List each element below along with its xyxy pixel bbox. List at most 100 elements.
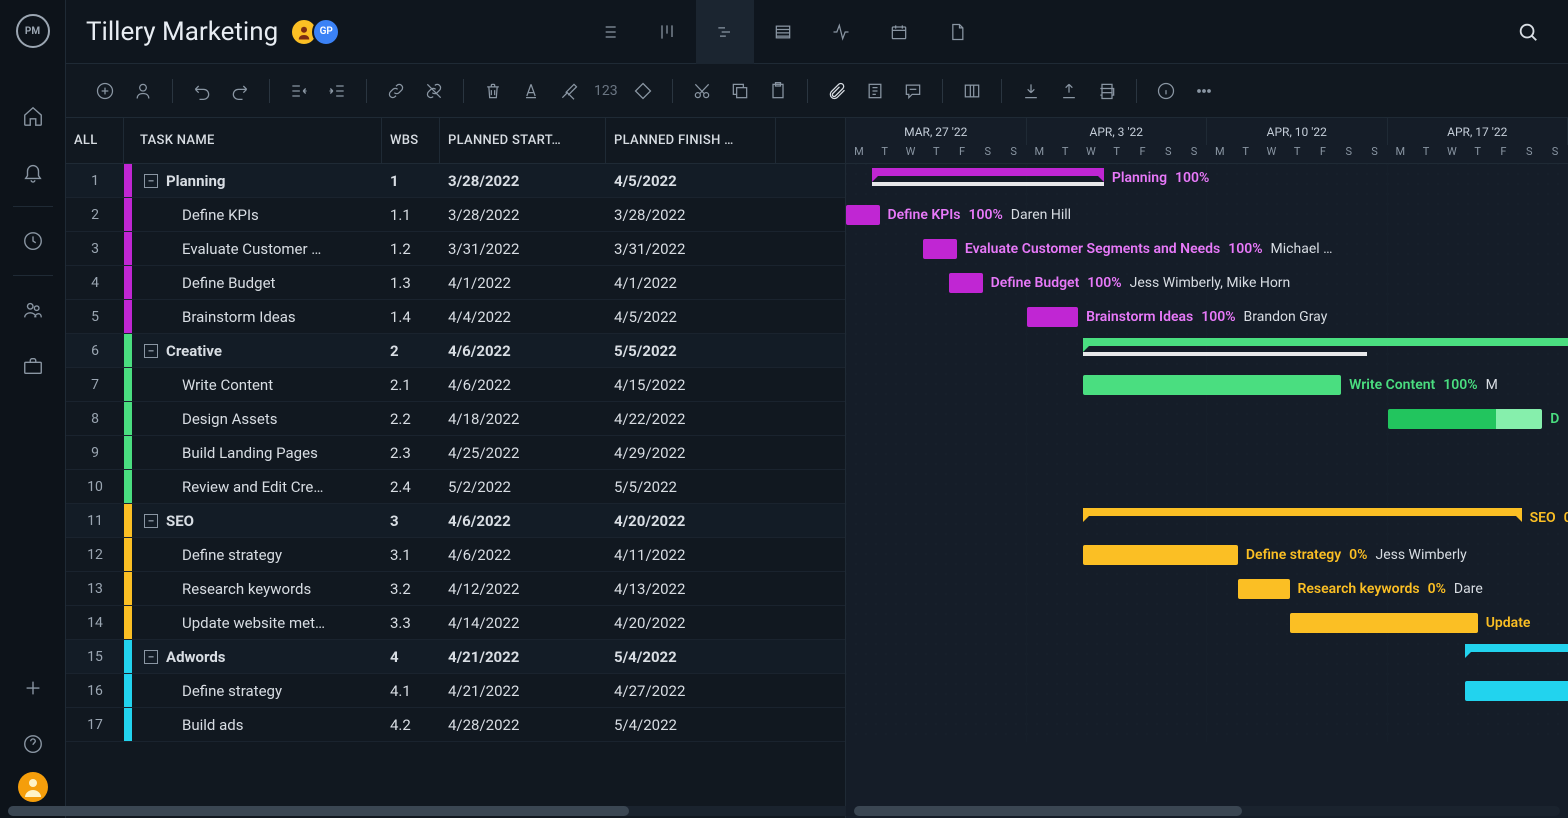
- number-label[interactable]: 123: [590, 74, 622, 108]
- gantt-task-bar[interactable]: D: [1388, 409, 1543, 429]
- delete-icon[interactable]: [476, 74, 510, 108]
- table-row[interactable]: 4Define Budget1.34/1/20224/1/2022: [66, 266, 845, 300]
- task-name-cell[interactable]: Build ads: [140, 716, 382, 734]
- view-activity-icon[interactable]: [812, 0, 870, 64]
- help-icon[interactable]: [0, 716, 66, 772]
- attach-icon[interactable]: [820, 74, 854, 108]
- task-name-cell[interactable]: −Planning: [140, 172, 382, 190]
- table-row[interactable]: 17Build ads4.24/28/20225/4/2022: [66, 708, 845, 742]
- member-avatar-2[interactable]: GP: [312, 18, 340, 46]
- project-members[interactable]: GP: [296, 18, 340, 46]
- table-row[interactable]: 1−Planning13/28/20224/5/2022: [66, 164, 845, 198]
- indent-icon[interactable]: [320, 74, 354, 108]
- table-row[interactable]: 7Write Content2.14/6/20224/15/2022: [66, 368, 845, 402]
- info-icon[interactable]: [1149, 74, 1183, 108]
- task-name-cell[interactable]: −Adwords: [140, 648, 382, 666]
- task-name-cell[interactable]: −SEO: [140, 512, 382, 530]
- table-row[interactable]: 8Design Assets2.24/18/20224/22/2022: [66, 402, 845, 436]
- col-finish[interactable]: PLANNED FINISH …: [606, 118, 776, 163]
- gantt-task-bar[interactable]: Research keywords0%Dare: [1238, 579, 1290, 599]
- gantt-summary-bar[interactable]: [1083, 338, 1568, 346]
- users-icon[interactable]: [0, 282, 66, 338]
- table-row[interactable]: 6−Creative24/6/20225/5/2022: [66, 334, 845, 368]
- gantt-task-bar[interactable]: Update: [1290, 613, 1478, 633]
- task-name-cell[interactable]: −Creative: [140, 342, 382, 360]
- link-icon[interactable]: [379, 74, 413, 108]
- redo-icon[interactable]: [223, 74, 257, 108]
- task-name-cell[interactable]: Update website met…: [140, 614, 382, 632]
- col-wbs[interactable]: WBS: [382, 118, 440, 163]
- gantt-task-bar[interactable]: Write Content100%M: [1083, 375, 1341, 395]
- task-name-cell[interactable]: Write Content: [140, 376, 382, 394]
- gantt-task-bar[interactable]: Define KPIs100%Daren Hill: [846, 205, 880, 225]
- collapse-icon[interactable]: −: [144, 650, 158, 664]
- col-start[interactable]: PLANNED START…: [440, 118, 606, 163]
- view-sheet-icon[interactable]: [754, 0, 812, 64]
- search-icon[interactable]: [1508, 12, 1548, 52]
- table-row[interactable]: 12Define strategy3.14/6/20224/11/2022: [66, 538, 845, 572]
- table-row[interactable]: 14Update website met…3.34/14/20224/20/20…: [66, 606, 845, 640]
- gantt-task-bar[interactable]: Evaluate Customer Segments and Needs100%…: [923, 239, 957, 259]
- outdent-icon[interactable]: [282, 74, 316, 108]
- table-row[interactable]: 9Build Landing Pages2.34/25/20224/29/202…: [66, 436, 845, 470]
- columns-icon[interactable]: [955, 74, 989, 108]
- table-row[interactable]: 11−SEO34/6/20224/20/2022: [66, 504, 845, 538]
- table-row[interactable]: 10Review and Edit Cre…2.45/2/20225/5/202…: [66, 470, 845, 504]
- diamond-icon[interactable]: [626, 74, 660, 108]
- comment-icon[interactable]: [896, 74, 930, 108]
- paste-icon[interactable]: [761, 74, 795, 108]
- table-row[interactable]: 16Define strategy4.14/21/20224/27/2022: [66, 674, 845, 708]
- gantt-summary-bar[interactable]: Planning100%: [872, 168, 1104, 176]
- gantt-task-bar[interactable]: Define Budget100%Jess Wimberly, Mike Hor…: [949, 273, 983, 293]
- plus-icon[interactable]: [0, 660, 66, 716]
- clock-icon[interactable]: [0, 213, 66, 269]
- notes-icon[interactable]: [858, 74, 892, 108]
- view-calendar-icon[interactable]: [870, 0, 928, 64]
- table-row[interactable]: 5Brainstorm Ideas1.44/4/20224/5/2022: [66, 300, 845, 334]
- view-gantt-icon[interactable]: [696, 0, 754, 64]
- task-name-cell[interactable]: Brainstorm Ideas: [140, 308, 382, 326]
- export-icon[interactable]: [1052, 74, 1086, 108]
- collapse-icon[interactable]: −: [144, 174, 158, 188]
- task-name-cell[interactable]: Review and Edit Cre…: [140, 478, 382, 496]
- copy-icon[interactable]: [723, 74, 757, 108]
- user-avatar[interactable]: [18, 772, 48, 802]
- home-icon[interactable]: [0, 88, 66, 144]
- assign-icon[interactable]: [126, 74, 160, 108]
- task-name-cell[interactable]: Evaluate Customer …: [140, 240, 382, 258]
- table-row[interactable]: 13Research keywords3.24/12/20224/13/2022: [66, 572, 845, 606]
- gantt-summary-bar[interactable]: SEO0%: [1083, 508, 1521, 516]
- table-row[interactable]: 15−Adwords44/21/20225/4/2022: [66, 640, 845, 674]
- text-icon[interactable]: [514, 74, 548, 108]
- view-file-icon[interactable]: [928, 0, 986, 64]
- gantt-task-bar[interactable]: [1465, 681, 1568, 701]
- import-icon[interactable]: [1014, 74, 1048, 108]
- task-name-cell[interactable]: Research keywords: [140, 580, 382, 598]
- clear-icon[interactable]: [552, 74, 586, 108]
- table-row[interactable]: 3Evaluate Customer …1.23/31/20223/31/202…: [66, 232, 845, 266]
- cut-icon[interactable]: [685, 74, 719, 108]
- col-all[interactable]: ALL: [66, 118, 124, 163]
- app-logo[interactable]: PM: [16, 14, 50, 48]
- task-name-cell[interactable]: Design Assets: [140, 410, 382, 428]
- undo-icon[interactable]: [185, 74, 219, 108]
- task-name-cell[interactable]: Define strategy: [140, 682, 382, 700]
- view-list-icon[interactable]: [580, 0, 638, 64]
- col-task-name[interactable]: TASK NAME: [132, 118, 382, 163]
- briefcase-icon[interactable]: [0, 338, 66, 394]
- task-name-cell[interactable]: Define Budget: [140, 274, 382, 292]
- bell-icon[interactable]: [0, 144, 66, 200]
- table-row[interactable]: 2Define KPIs1.13/28/20223/28/2022: [66, 198, 845, 232]
- collapse-icon[interactable]: −: [144, 344, 158, 358]
- unlink-icon[interactable]: [417, 74, 451, 108]
- gantt-scrollbar[interactable]: [854, 806, 1560, 816]
- add-icon[interactable]: [88, 74, 122, 108]
- more-icon[interactable]: [1187, 74, 1221, 108]
- gantt-task-bar[interactable]: Brainstorm Ideas100%Brandon Gray: [1027, 307, 1079, 327]
- collapse-icon[interactable]: −: [144, 514, 158, 528]
- task-name-cell[interactable]: Build Landing Pages: [140, 444, 382, 462]
- gantt-summary-bar[interactable]: [1465, 644, 1568, 652]
- gantt-task-bar[interactable]: Define strategy0%Jess Wimberly: [1083, 545, 1238, 565]
- print-icon[interactable]: [1090, 74, 1124, 108]
- task-name-cell[interactable]: Define strategy: [140, 546, 382, 564]
